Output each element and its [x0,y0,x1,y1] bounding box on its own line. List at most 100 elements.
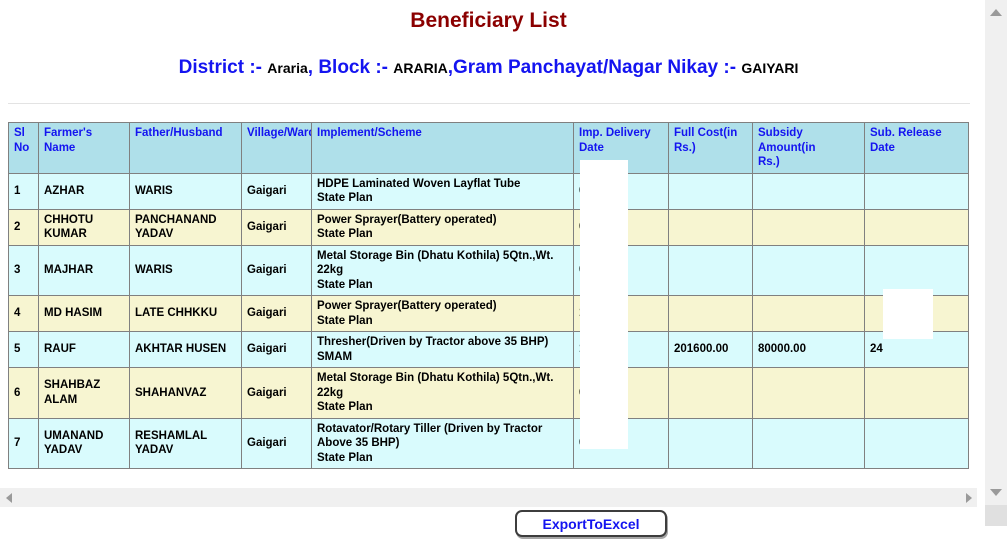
implement-name: Power Sprayer(Battery operated) [317,300,497,312]
header-line-2: No [14,141,30,154]
cell-implement-scheme: HDPE Laminated Woven Layflat Tube State … [311,172,574,210]
redaction-overlay-delivery-date [580,160,628,449]
cell-subsidy-amount [752,208,865,246]
table-row[interactable]: 2 CHHOTU KUMAR PANCHANAND YADAV Gaigari … [8,208,969,246]
page-root: Beneficiary List District :- Araria, Blo… [0,0,1007,545]
page-title: Beneficiary List [410,9,567,32]
implement-name: Metal Storage Bin (Dhatu Kothila) 5Qtn.,… [317,372,554,384]
scroll-left-arrow-icon[interactable] [0,488,17,508]
cell-subsidy-amount: 80000.00 [752,331,865,368]
cell-full-cost [668,208,753,246]
header-line-2: Rs.) [674,141,696,154]
header-line-1: Imp. Delivery [579,127,651,139]
scroll-up-arrow-icon[interactable] [985,2,1007,22]
implement-name: Rotavator/Rotary Tiller (Driven by Tract… [317,422,543,435]
column-header-sl-no: Sl No [8,122,39,174]
header-line-1: Farmer's Name [44,127,93,154]
cell-father-husband: WARIS [129,172,242,210]
cell-father-husband: AKHTAR HUSEN [129,331,242,368]
cell-farmer-name: RAUF [38,331,130,368]
cell-sub-release-date [864,208,969,246]
header-line-2: Rs.) [758,156,780,168]
block-value: ARARIA [393,60,448,76]
cell-farmer-name: UMANAND YADAV [38,417,130,469]
cell-farmer-name: MAJHAR [38,244,130,296]
table-row[interactable]: 3 MAJHAR WARIS Gaigari Metal Storage Bin… [8,244,969,296]
cell-implement-scheme: Thresher(Driven by Tractor above 35 BHP)… [311,331,574,368]
cell-sl-no: 2 [8,208,39,246]
cell-subsidy-amount [752,367,865,419]
cell-full-cost [668,244,753,296]
district-label: District :- [178,57,263,78]
cell-father-husband: LATE CHHKKU [129,295,242,332]
table-row[interactable]: 7 UMANAND YADAV RESHAMLAL YADAV Gaigari … [8,417,969,469]
table-header-row: Sl No Farmer's Name Father/Husband Villa… [8,122,969,174]
cell-subsidy-amount [752,295,865,332]
implement-name-line2: 22kg [317,264,344,276]
header-line-2: Date [579,141,604,154]
cell-sub-release-date [864,367,969,419]
scheme-name: State Plan [317,192,373,204]
cell-farmer-name: SHAHBAZ ALAM [38,367,130,419]
header-line-1: Village/Ward [247,127,312,139]
cell-village-ward: Gaigari [241,244,312,296]
cell-full-cost: 201600.00 [668,331,753,368]
cell-implement-scheme: Rotavator/Rotary Tiller (Driven by Tract… [311,417,574,469]
cell-village-ward: Gaigari [241,295,312,332]
implement-name: Metal Storage Bin (Dhatu Kothila) 5Qtn.,… [317,249,554,262]
table-row[interactable]: 6 SHAHBAZ ALAM SHAHANVAZ Gaigari Metal S… [8,367,969,419]
cell-subsidy-amount [752,417,865,469]
scheme-name: State Plan [317,228,373,240]
cell-sl-no: 4 [8,295,39,332]
district-value: Araria [267,60,308,76]
scroll-down-arrow-icon[interactable] [985,482,1007,502]
cell-subsidy-amount [752,244,865,296]
header-line-1: Implement/Scheme [317,127,422,139]
cell-sl-no: 3 [8,244,39,296]
header-line-1: Father/Husband [135,127,223,139]
block-label: Block :- [318,57,389,78]
cell-sl-no: 5 [8,331,39,368]
cell-farmer-name: AZHAR [38,172,130,210]
horizontal-scrollbar[interactable] [0,487,977,507]
implement-name-line2: 22kg [317,386,344,399]
header-line-1: Subsidy Amount(in [758,127,816,154]
export-to-excel-button[interactable]: ExportToExcel [515,510,667,537]
cell-father-husband: RESHAMLAL YADAV [129,417,242,469]
column-header-village-ward: Village/Ward [241,122,312,174]
column-header-father-husband: Father/Husband [129,122,242,174]
header-line-1: Sl [14,127,25,139]
cell-village-ward: Gaigari [241,331,312,368]
scroll-right-arrow-icon[interactable] [960,488,977,508]
cell-full-cost [668,417,753,469]
column-header-implement-scheme: Implement/Scheme [311,122,574,174]
cell-father-husband: SHAHANVAZ [129,367,242,419]
header-line-1: Full Cost(in [674,127,738,139]
beneficiary-table-wrapper: Sl No Farmer's Name Father/Husband Villa… [8,122,969,469]
scheme-name: State Plan [317,314,373,327]
vertical-scrollbar[interactable] [977,0,1007,545]
header-line-2: Date [870,141,895,154]
subtitle-comma-1: , [307,57,314,78]
cell-father-husband: PANCHANAND YADAV [129,208,242,246]
location-subtitle: District :- Araria, Block :- ARARIA,Gram… [0,57,977,79]
column-header-sub-release-date: Sub. Release Date [864,122,969,174]
cell-sl-no: 6 [8,367,39,419]
header-line-1: Sub. Release [870,127,942,139]
table-row[interactable]: 5 RAUF AKHTAR HUSEN Gaigari Thresher(Dri… [8,331,969,368]
implement-name-line2: Above 35 BHP) [317,437,400,449]
panchayat-label: Gram Panchayat/Nagar Nikay :- [453,57,737,78]
cell-farmer-name: MD HASIM [38,295,130,332]
redaction-overlay-sub-release-date [883,289,933,339]
panchayat-value: GAIYARI [741,60,799,76]
table-row[interactable]: 1 AZHAR WARIS Gaigari HDPE Laminated Wov… [8,172,969,210]
column-header-farmer-name: Farmer's Name [38,122,130,174]
cell-sl-no: 7 [8,417,39,469]
table-body: 1 AZHAR WARIS Gaigari HDPE Laminated Wov… [8,172,969,469]
implement-name: Power Sprayer(Battery operated) [317,213,497,226]
cell-full-cost [668,295,753,332]
implement-name: Thresher(Driven by Tractor above 35 BHP) [317,336,549,348]
vertical-scrollbar-track[interactable] [985,0,1007,525]
table-row[interactable]: 4 MD HASIM LATE CHHKKU Gaigari Power Spr… [8,295,969,332]
scheme-name: State Plan [317,401,373,413]
